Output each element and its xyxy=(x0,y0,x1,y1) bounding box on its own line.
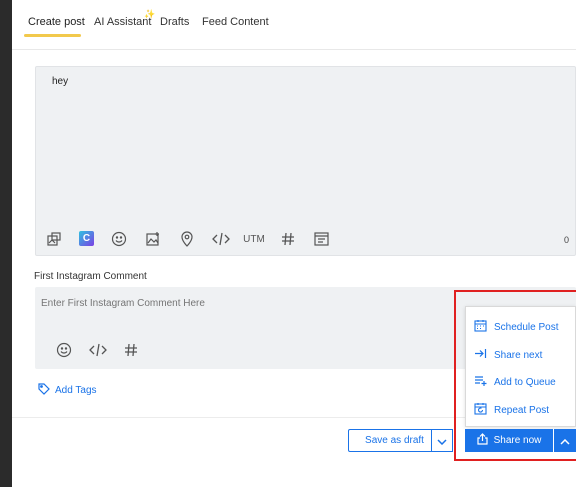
menu-item-add-to-queue[interactable]: Add to Queue xyxy=(474,374,556,390)
tab-drafts[interactable]: Drafts xyxy=(160,16,189,28)
queue-add-icon xyxy=(474,374,487,390)
location-icon[interactable] xyxy=(178,230,196,248)
skip-to-icon xyxy=(474,347,487,363)
save-draft-button[interactable]: Save as draft xyxy=(348,429,441,452)
share-options-toggle[interactable] xyxy=(553,429,576,452)
post-text[interactable]: hey xyxy=(52,76,68,87)
share-now-button[interactable]: Share now xyxy=(465,429,553,452)
first-comment-input[interactable] xyxy=(41,293,441,313)
character-counter: 0 xyxy=(563,235,569,245)
template-icon[interactable] xyxy=(312,230,330,248)
menu-item-label: Repeat Post xyxy=(494,404,550,416)
image-gallery-icon[interactable] xyxy=(144,230,162,248)
tab-ai-assistant[interactable]: AI Assistant xyxy=(94,16,151,28)
tag-icon xyxy=(38,383,50,398)
tab-bar: Create post AI Assistant ✨ Drafts Feed C… xyxy=(12,0,576,50)
share-now-label: Share now xyxy=(493,435,542,446)
menu-item-label: Share next xyxy=(494,349,543,361)
add-tags-link[interactable]: Add Tags xyxy=(38,383,97,398)
chevron-up-icon xyxy=(560,432,570,450)
active-tab-indicator xyxy=(24,34,81,37)
repeat-calendar-icon xyxy=(474,402,487,418)
sparkle-icon: ✨ xyxy=(144,9,156,19)
menu-item-share-next[interactable]: Share next xyxy=(474,347,542,363)
menu-item-label: Add to Queue xyxy=(494,376,556,388)
app-window: Create post AI Assistant ✨ Drafts Feed C… xyxy=(12,0,576,487)
utm-button[interactable]: UTM xyxy=(242,232,266,246)
share-options-menu: Schedule Post Share next Add to Queue Re… xyxy=(465,306,576,427)
create-post-panel: Create post AI Assistant ✨ Drafts Feed C… xyxy=(12,0,576,487)
draft-options-button[interactable] xyxy=(431,429,453,452)
emoji-icon[interactable] xyxy=(55,341,73,359)
media-icon[interactable] xyxy=(45,230,63,248)
code-icon[interactable] xyxy=(88,341,108,359)
hashtag-icon[interactable] xyxy=(279,230,297,248)
code-icon[interactable] xyxy=(211,230,231,248)
tab-create-post[interactable]: Create post xyxy=(28,16,85,28)
canva-icon[interactable]: C xyxy=(79,231,94,246)
add-tags-label: Add Tags xyxy=(55,385,97,396)
emoji-icon[interactable] xyxy=(110,230,128,248)
calendar-icon xyxy=(474,319,487,335)
post-editor[interactable]: hey C UTM 0 xyxy=(35,66,576,256)
save-draft-label: Save as draft xyxy=(365,435,424,446)
hashtag-icon[interactable] xyxy=(122,341,140,359)
tab-feed-content[interactable]: Feed Content xyxy=(202,16,269,28)
share-icon xyxy=(476,433,488,448)
chevron-down-icon xyxy=(437,432,447,450)
menu-item-label: Schedule Post xyxy=(494,321,559,333)
menu-item-repeat-post[interactable]: Repeat Post xyxy=(474,402,549,418)
first-comment-label: First Instagram Comment xyxy=(34,271,147,282)
menu-item-schedule-post[interactable]: Schedule Post xyxy=(474,319,559,335)
